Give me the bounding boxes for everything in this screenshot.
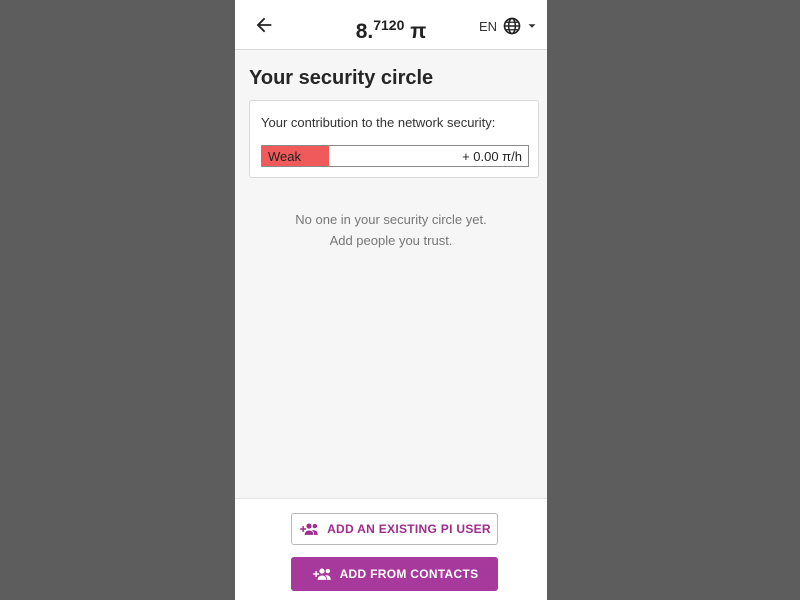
add-existing-pi-user-button[interactable]: ADD AN EXISTING PI USER xyxy=(291,513,498,545)
action-footer: ADD AN EXISTING PI USER ADD FROM CONTACT… xyxy=(235,498,547,600)
mining-rate: + 0.00 π/h xyxy=(462,149,522,164)
globe-icon xyxy=(503,17,521,35)
add-from-contacts-button[interactable]: ADD FROM CONTACTS xyxy=(291,557,498,591)
empty-state-line-1: No one in your security circle yet. xyxy=(295,212,487,227)
add-people-icon xyxy=(312,568,331,580)
page-title: Your security circle xyxy=(249,67,434,89)
caret-down-icon xyxy=(528,24,536,28)
empty-state-message: No one in your security circle yet. Add … xyxy=(235,209,547,251)
language-selector[interactable]: EN xyxy=(479,15,539,37)
pi-symbol: π xyxy=(410,20,427,43)
security-level-label: Weak xyxy=(268,149,301,164)
empty-state-line-2: Add people you trust. xyxy=(329,233,453,248)
contribution-card: Your contribution to the network securit… xyxy=(249,100,539,178)
language-code: EN xyxy=(478,18,497,34)
add-existing-label: ADD AN EXISTING PI USER xyxy=(327,522,491,536)
top-bar: 8.7120 π EN xyxy=(235,0,547,50)
app-screen: 8.7120 π EN Your security circle Your co… xyxy=(235,0,547,600)
balance-whole: 8. xyxy=(355,20,374,43)
add-people-icon xyxy=(300,523,318,535)
add-from-contacts-label: ADD FROM CONTACTS xyxy=(339,567,479,581)
balance-fraction: 7120 xyxy=(373,17,405,33)
contribution-label: Your contribution to the network securit… xyxy=(261,115,496,130)
security-meter: Weak + 0.00 π/h xyxy=(261,145,529,167)
